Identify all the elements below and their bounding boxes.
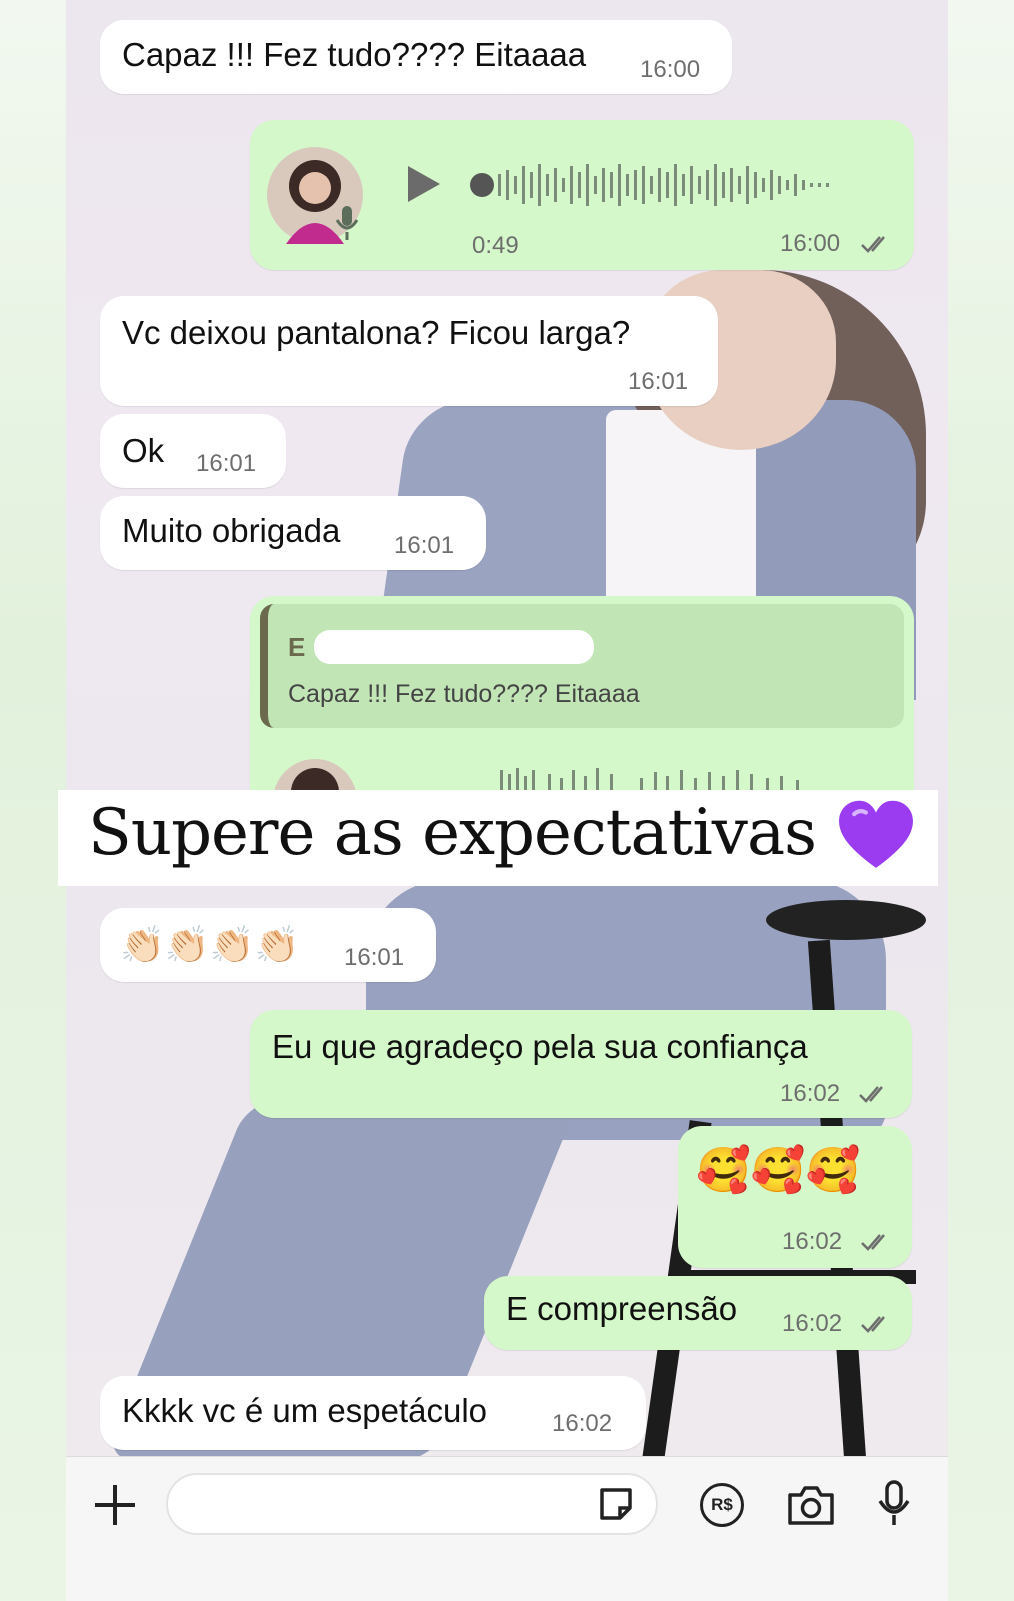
- quoted-text: Capaz !!! Fez tudo???? Eitaaaa: [288, 680, 640, 708]
- voice-duration: 0:49: [472, 232, 519, 259]
- caption-banner: Supere as expectativas: [58, 790, 938, 886]
- chat-area[interactable]: Capaz !!! Fez tudo???? Eitaaaa 16:00 0:4…: [66, 0, 948, 1488]
- message-bubble-incoming[interactable]: Capaz !!! Fez tudo???? Eitaaaa 16:00: [100, 20, 732, 94]
- right-margin: [948, 0, 1014, 1600]
- quoted-sender: E: [288, 632, 306, 662]
- message-input[interactable]: [166, 1473, 658, 1535]
- message-composer: R$: [66, 1456, 948, 1601]
- caption-text: Supere as expectativas: [88, 796, 817, 870]
- message-text: Muito obrigada: [122, 512, 341, 549]
- redaction-mark: [314, 630, 594, 664]
- microphone-icon[interactable]: [876, 1479, 912, 1529]
- microphone-icon: [335, 206, 359, 240]
- message-bubble-incoming[interactable]: Ok 16:01: [100, 414, 286, 488]
- play-icon[interactable]: [404, 164, 444, 204]
- message-bubble-outgoing[interactable]: E compreensão 16:02: [484, 1276, 912, 1350]
- quoted-message[interactable]: E Capaz !!! Fez tudo???? Eitaaaa: [260, 604, 904, 728]
- voice-waveform: [500, 768, 799, 790]
- plus-icon[interactable]: [92, 1482, 138, 1528]
- message-text: Capaz !!! Fez tudo???? Eitaaaa: [122, 36, 587, 73]
- voice-message-bubble[interactable]: 0:49 16:00: [250, 120, 914, 270]
- message-time: 16:02: [782, 1228, 843, 1255]
- message-time: 16:00: [780, 230, 841, 257]
- message-time: 16:01: [344, 944, 405, 971]
- message-bubble-incoming[interactable]: Vc deixou pantalona? Ficou larga? 16:01: [100, 296, 718, 406]
- message-text: Ok: [122, 432, 165, 469]
- double-check-icon: [861, 236, 885, 253]
- message-text: Vc deixou pantalona? Ficou larga?: [122, 314, 631, 351]
- camera-icon[interactable]: [786, 1483, 836, 1527]
- message-text: Eu que agradeço pela sua confiança: [272, 1028, 808, 1065]
- message-text: Kkkk vc é um espetáculo: [122, 1392, 487, 1429]
- double-check-icon: [861, 1234, 885, 1251]
- message-text: E compreensão: [506, 1290, 738, 1327]
- left-margin: [0, 0, 66, 1600]
- message-bubble-incoming[interactable]: Muito obrigada 16:01: [100, 496, 486, 570]
- message-time: 16:02: [780, 1080, 841, 1107]
- double-check-icon: [859, 1086, 883, 1103]
- message-bubble-outgoing[interactable]: Eu que agradeço pela sua confiança 16:02: [250, 1010, 912, 1118]
- message-time: 16:01: [628, 368, 689, 395]
- message-text: 🥰🥰🥰: [696, 1145, 861, 1196]
- sticker-icon[interactable]: [596, 1484, 636, 1524]
- payment-label: R$: [711, 1495, 733, 1514]
- message-time: 16:01: [196, 450, 257, 477]
- voice-waveform[interactable]: [468, 160, 868, 210]
- message-time: 16:00: [640, 56, 701, 83]
- message-time: 16:01: [394, 532, 455, 559]
- message-time: 16:02: [552, 1410, 613, 1437]
- message-text: 👏🏻👏🏻👏🏻👏🏻: [120, 925, 300, 966]
- message-bubble-incoming[interactable]: 👏🏻👏🏻👏🏻👏🏻 16:01: [100, 908, 436, 982]
- message-bubble-incoming[interactable]: Kkkk vc é um espetáculo 16:02: [100, 1376, 646, 1450]
- message-time: 16:02: [782, 1310, 843, 1337]
- double-check-icon: [861, 1316, 885, 1333]
- payment-icon[interactable]: R$: [700, 1483, 744, 1527]
- message-bubble-outgoing[interactable]: 🥰🥰🥰 16:02: [678, 1126, 912, 1268]
- purple-heart-icon: [839, 800, 913, 868]
